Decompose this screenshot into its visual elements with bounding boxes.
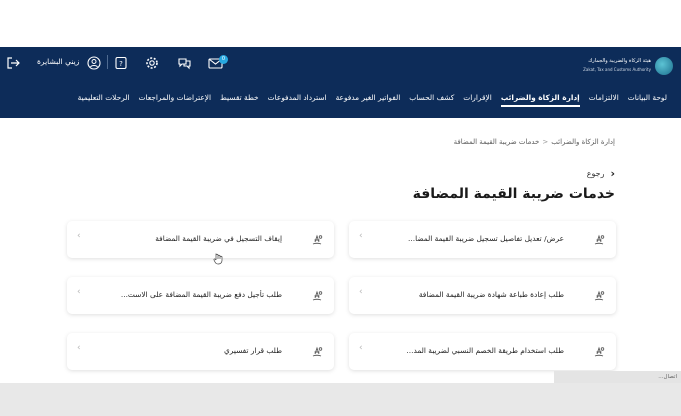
user-name[interactable]: زيني البشايرة — [37, 57, 79, 66]
service-card-proportional-deduction[interactable]: طلب استخدام طريقة الخصم النسبي لضريبة ال… — [349, 333, 616, 370]
app-header: هيئة الزكاة والضريبة والجمارك Zakat, Tax… — [0, 47, 681, 118]
header-divider — [107, 55, 108, 69]
card-label: إيقاف التسجيل في ضريبة القيمة المضافة — [155, 234, 282, 243]
card-label: طلب قرار تفسيري — [224, 346, 282, 355]
back-label: رجوع — [586, 169, 605, 178]
breadcrumb-parent[interactable]: إدارة الزكاة والضرائب — [551, 138, 615, 146]
page-bottom-area — [0, 383, 681, 416]
chevron-left-icon: ‹ — [359, 343, 363, 353]
card-label: طلب تأجيل دفع ضريبة القيمة المضافة على ا… — [120, 290, 282, 299]
browser-top-strip — [0, 0, 681, 47]
nav-item-dashboard[interactable]: لوحة البيانات — [628, 93, 667, 107]
chevron-left-icon: ‹ — [610, 167, 615, 180]
service-icon — [312, 290, 323, 301]
zatca-logo-icon — [655, 57, 673, 75]
card-label: طلب إعادة طباعة شهادة ضريبة القيمة المضا… — [418, 290, 564, 299]
notification-badge: 0 — [219, 55, 228, 64]
service-icon — [312, 234, 323, 245]
user-avatar-icon[interactable] — [86, 54, 102, 72]
svg-text:?: ? — [119, 60, 123, 68]
gear-icon[interactable] — [144, 54, 160, 72]
nav-item-account-statement[interactable]: كشف الحساب — [409, 93, 454, 107]
logo-english-text: Zakat, Tax and Customs Authority — [583, 67, 651, 72]
status-url-text: اتصال... — [554, 371, 681, 383]
chat-icon[interactable] — [176, 54, 192, 72]
breadcrumb: إدارة الزكاة والضرائب<خدمات ضريبة القيمة… — [454, 138, 615, 146]
logo-arabic-text: هيئة الزكاة والضريبة والجمارك — [588, 58, 651, 64]
nav-item-returns[interactable]: الإقرارات — [463, 93, 492, 107]
service-card-reprint-certificate[interactable]: طلب إعادة طباعة شهادة ضريبة القيمة المضا… — [349, 277, 616, 314]
nav-item-objections[interactable]: الإعتراضات والمراجعات — [139, 93, 212, 107]
card-label: طلب استخدام طريقة الخصم النسبي لضريبة ال… — [406, 346, 564, 355]
chevron-left-icon: ‹ — [359, 231, 363, 241]
page-title: خدمات ضريبة القيمة المضافة — [412, 186, 615, 202]
service-icon — [312, 346, 323, 357]
service-icon — [594, 234, 605, 245]
nav-item-refunds[interactable]: استرداد المدفوعات — [268, 93, 327, 107]
main-nav: لوحة البيانات الالتزامات إدارة الزكاة وا… — [78, 93, 667, 107]
nav-item-learning-journeys[interactable]: الرحلات التعليمية — [78, 93, 130, 107]
chevron-left-icon: ‹ — [359, 287, 363, 297]
logout-icon[interactable] — [5, 54, 21, 72]
hand-cursor-icon — [213, 253, 223, 265]
breadcrumb-separator: < — [542, 138, 549, 146]
nav-item-zakat-tax-management[interactable]: إدارة الزكاة والضرائب — [500, 93, 580, 107]
service-card-view-edit-registration[interactable]: عرض/ تعديل تفاصيل تسجيل ضريبة القيمة الم… — [349, 221, 616, 258]
help-icon[interactable]: ? — [113, 54, 129, 72]
chevron-left-icon: ‹ — [77, 287, 81, 297]
nav-item-installment-plan[interactable]: خطة تقسيط — [220, 93, 259, 107]
card-label: عرض/ تعديل تفاصيل تسجيل ضريبة القيمة الم… — [408, 234, 564, 243]
nav-item-obligations[interactable]: الالتزامات — [589, 93, 619, 107]
chevron-left-icon: ‹ — [77, 343, 81, 353]
back-button[interactable]: ‹ رجوع — [587, 167, 615, 180]
nav-item-unpaid-invoices[interactable]: الفواتير الغير مدفوعة — [336, 93, 401, 107]
service-icon — [594, 346, 605, 357]
chevron-left-icon: ‹ — [77, 231, 81, 241]
service-card-interpretive-decision[interactable]: طلب قرار تفسيري ‹ — [67, 333, 334, 370]
service-icon — [594, 290, 605, 301]
zatca-logo[interactable]: هيئة الزكاة والضريبة والجمارك Zakat, Tax… — [573, 56, 673, 78]
breadcrumb-current: خدمات ضريبة القيمة المضافة — [453, 138, 540, 146]
service-card-deferred-payment[interactable]: طلب تأجيل دفع ضريبة القيمة المضافة على ا… — [67, 277, 334, 314]
service-card-deregistration[interactable]: إيقاف التسجيل في ضريبة القيمة المضافة ‹ — [67, 221, 334, 258]
